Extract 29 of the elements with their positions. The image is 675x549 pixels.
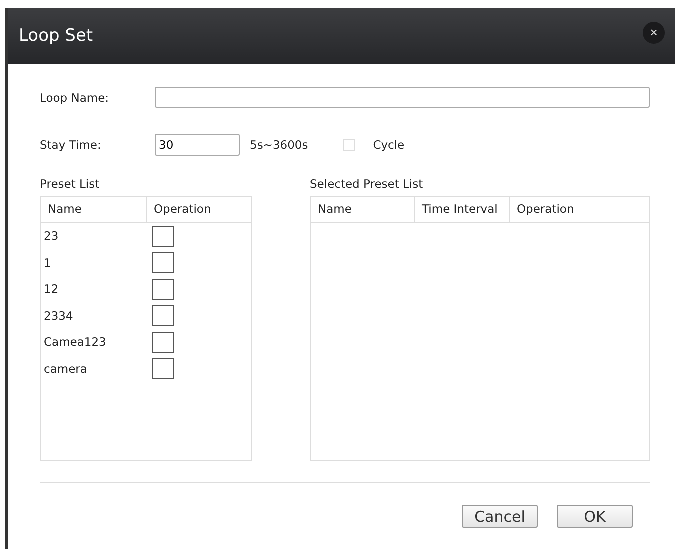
table-cell-text: camera xyxy=(43,362,88,376)
column-header: Operation xyxy=(510,197,649,222)
column-header: Time Interval xyxy=(415,197,510,222)
window-title: Loop Set xyxy=(19,26,94,46)
column-header: Name xyxy=(311,197,415,222)
table-cell-text: 2334 xyxy=(43,308,74,323)
column-header: Operation xyxy=(147,197,251,222)
dialog-button[interactable]: OK xyxy=(557,505,633,528)
section-title: Selected Preset List xyxy=(310,177,424,193)
table-cell-text: 12 xyxy=(43,282,60,296)
table-cell-text: 23 xyxy=(43,229,60,244)
checkbox[interactable] xyxy=(152,358,174,380)
input-field[interactable] xyxy=(155,87,650,108)
close-button[interactable]: × xyxy=(643,22,665,44)
field-label: Loop Name: xyxy=(40,90,110,104)
checkbox[interactable] xyxy=(152,332,174,353)
table-cell-text: 1 xyxy=(43,256,52,270)
field-label: Stay Time: xyxy=(40,138,102,152)
checkbox-label: Cycle xyxy=(373,138,405,152)
column-header: Name xyxy=(41,197,147,222)
dialog-button[interactable]: Cancel xyxy=(462,505,538,528)
table-cell-text: Camea123 xyxy=(43,335,108,350)
checkbox[interactable] xyxy=(152,305,174,326)
input-field[interactable]: 30 xyxy=(155,134,240,156)
checkbox[interactable] xyxy=(152,226,174,247)
range-hint: 5s~3600s xyxy=(250,138,308,152)
checkbox[interactable] xyxy=(152,278,174,300)
checkbox[interactable] xyxy=(152,252,174,274)
section-title: Preset List xyxy=(40,177,101,193)
